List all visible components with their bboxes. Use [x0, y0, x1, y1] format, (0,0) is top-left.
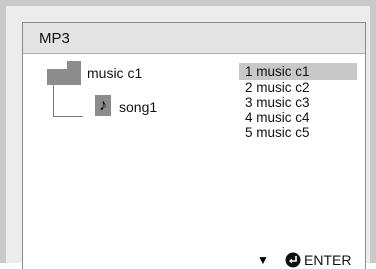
down-arrow-icon: ▼	[257, 253, 269, 267]
list-item[interactable]: 2 music c2	[239, 80, 357, 95]
music-note-icon[interactable]: ♪	[95, 95, 111, 116]
enter-icon	[285, 252, 301, 268]
title-bar: MP3	[23, 23, 365, 54]
tree-connector-vertical	[53, 85, 54, 116]
enter-label: ENTER	[304, 252, 352, 268]
list-item[interactable]: 5 music c5	[239, 125, 357, 140]
folder-label[interactable]: music c1	[87, 65, 142, 81]
tree-connector-horizontal	[53, 116, 83, 117]
folder-icon[interactable]	[47, 61, 81, 85]
list-item[interactable]: 4 music c4	[239, 110, 357, 125]
window-title: MP3	[39, 30, 70, 47]
mp3-window: MP3 music c1 ♪ song1 1 music c1 2 music …	[22, 22, 366, 269]
song-label[interactable]: song1	[119, 99, 157, 115]
list-item[interactable]: 3 music c3	[239, 95, 357, 110]
track-list: 1 music c1 2 music c2 3 music c3 4 music…	[239, 63, 357, 140]
device-frame: MP3 music c1 ♪ song1 1 music c1 2 music …	[0, 0, 376, 269]
list-item[interactable]: 1 music c1	[239, 63, 357, 80]
